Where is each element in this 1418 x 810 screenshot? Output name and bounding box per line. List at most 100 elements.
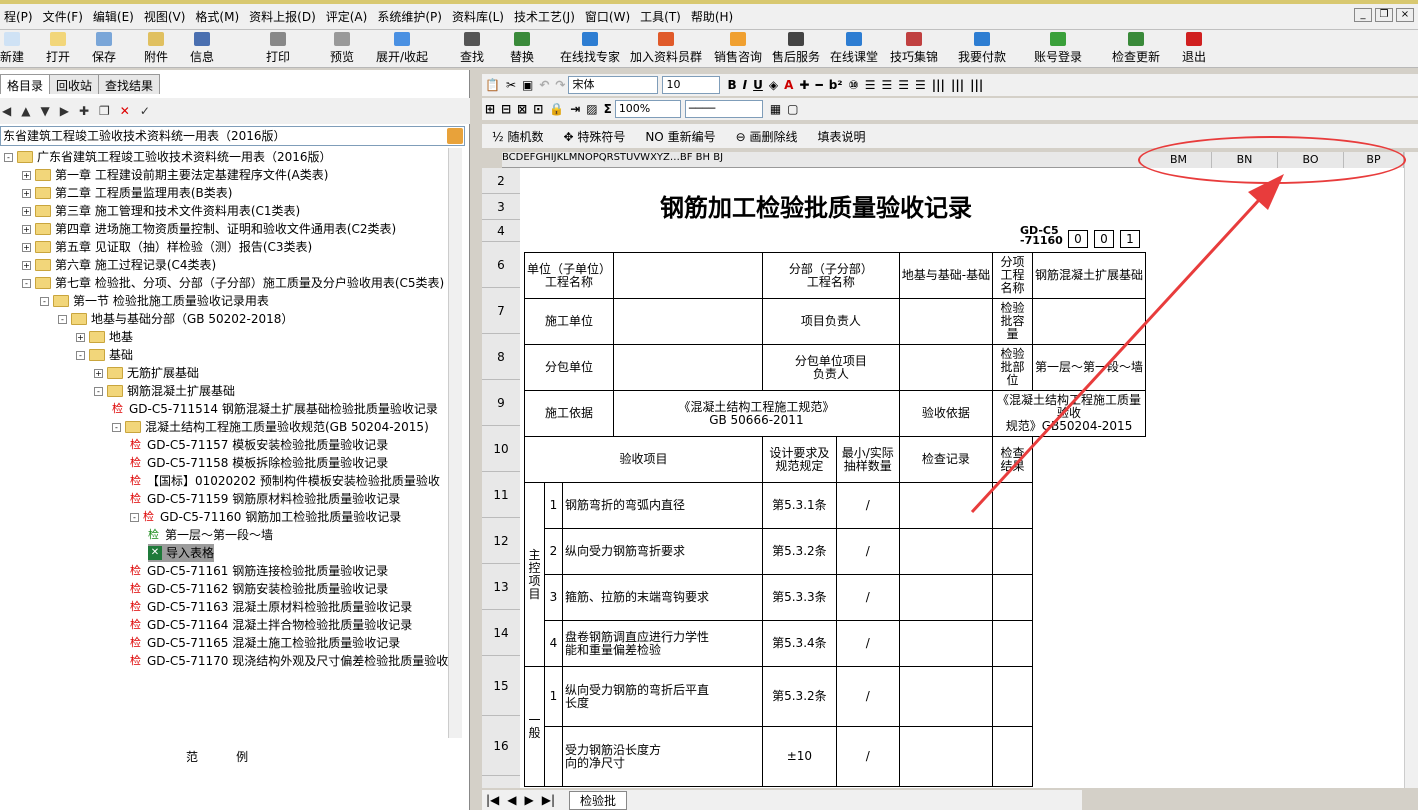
menu-item[interactable]: 技术工艺(J) xyxy=(510,8,579,25)
border-color-icon[interactable]: ▢ xyxy=(787,102,798,116)
tree-node[interactable]: + 第二章 工程质量监理用表(B类表) xyxy=(22,184,232,202)
form-cell[interactable] xyxy=(544,726,563,787)
toolbar-button[interactable]: 附件 xyxy=(144,32,168,66)
row-number[interactable]: 4 xyxy=(482,220,520,242)
menu-item[interactable]: 资料上报(D) xyxy=(245,8,320,25)
menu-item[interactable]: 工具(T) xyxy=(636,8,685,25)
form-cell[interactable]: 受力钢筋沿长度方 向的净尺寸 xyxy=(561,726,764,787)
toolbar-button[interactable]: 预览 xyxy=(330,32,354,66)
form-cell[interactable]: 1 xyxy=(544,482,563,529)
tree-node[interactable]: 检 GD-C5-71165 混凝土施工检验批质量验收记录 xyxy=(130,634,400,652)
expand-icon[interactable]: + xyxy=(22,242,31,252)
bold-button[interactable]: B xyxy=(727,78,736,92)
form-cell[interactable]: 施工单位 xyxy=(523,298,615,345)
form-cell[interactable] xyxy=(898,482,994,529)
fill-color-icon[interactable]: ◈ xyxy=(769,78,778,92)
toolbar-button[interactable]: 加入资料员群 xyxy=(630,32,702,66)
form-cell[interactable]: 《混凝土结构工程施工质量 验收 规范》GB50204-2015 xyxy=(992,390,1146,437)
col-icon[interactable]: ⊠ xyxy=(517,102,527,116)
prev-sheet-icon[interactable]: ◀ xyxy=(507,793,516,807)
font-select[interactable]: 宋体 xyxy=(568,76,659,94)
lock-icon[interactable]: 🔒 xyxy=(549,102,564,116)
panel-splitter[interactable] xyxy=(470,70,480,810)
toolbar-button[interactable]: 替换 xyxy=(510,32,534,66)
tree-node[interactable]: - 混凝土结构工程施工质量验收规范(GB 50204-2015) xyxy=(112,418,429,436)
tree-node[interactable]: + 地基 xyxy=(76,328,133,346)
form-cell[interactable] xyxy=(992,482,1033,529)
menu-item[interactable]: 窗口(W) xyxy=(581,8,634,25)
italic-button[interactable]: I xyxy=(743,78,747,92)
form-cell[interactable] xyxy=(898,620,994,667)
row-number[interactable]: 7 xyxy=(482,288,520,334)
justify-icon[interactable]: ☰ xyxy=(915,78,926,92)
toolbar-button[interactable]: 查找 xyxy=(460,32,484,66)
form-cell[interactable]: 检查记录 xyxy=(898,436,994,483)
form-cell[interactable]: / xyxy=(835,726,900,787)
form-cell[interactable]: 检查 结果 xyxy=(992,436,1033,483)
redo-icon[interactable]: ↷ xyxy=(555,78,565,92)
arrow-right-icon[interactable]: ▶ xyxy=(60,104,69,118)
barcode2-icon[interactable]: ||| xyxy=(951,78,964,92)
undo-icon[interactable]: ↶ xyxy=(539,78,549,92)
row-number[interactable]: 2 xyxy=(482,168,520,194)
toolbar-button[interactable]: 在线课堂 xyxy=(830,32,878,66)
form-cell[interactable]: 设计要求及 规范规定 xyxy=(762,436,837,483)
arrow-left-icon[interactable]: ◀ xyxy=(2,104,11,118)
form-cell[interactable]: 第一层～第一段～墙 xyxy=(1031,344,1146,391)
tree-node[interactable]: - 检 GD-C5-71160 钢筋加工检验批质量验收记录 xyxy=(130,508,401,526)
strikethrough-button[interactable]: ⊖ 画删除线 xyxy=(736,128,798,145)
form-cell[interactable]: 单位（子单位） 工程名称 xyxy=(523,252,615,299)
align-right-icon[interactable]: ☰ xyxy=(898,78,909,92)
form-cell[interactable]: 2 xyxy=(544,528,563,575)
tree-node[interactable]: 检 GD-C5-71159 钢筋原材料检验批质量验收记录 xyxy=(130,490,400,508)
tree-node[interactable]: + 第三章 施工管理和技术文件资料用表(C1类表) xyxy=(22,202,300,220)
minimize-icon[interactable]: _ xyxy=(1354,8,1372,22)
tree-node[interactable]: ✕ 导入表格 xyxy=(148,544,215,562)
form-cell[interactable]: / xyxy=(835,482,900,529)
toolbar-button[interactable]: 检查更新 xyxy=(1112,32,1160,66)
form-cell[interactable]: 第5.3.3条 xyxy=(762,574,837,621)
collapse-icon[interactable]: - xyxy=(112,422,121,432)
tree-node[interactable]: 检 GD-C5-71157 模板安装检验批质量验收记录 xyxy=(130,436,388,454)
collapse-icon[interactable]: - xyxy=(22,278,31,288)
formula-icon[interactable]: Σ xyxy=(604,102,612,116)
form-cell[interactable]: 第5.3.1条 xyxy=(762,482,837,529)
merge-icon[interactable]: ⊞ xyxy=(485,102,495,116)
toolbar-button[interactable]: 账号登录 xyxy=(1034,32,1082,66)
form-cell[interactable]: 地基与基础-基础 xyxy=(898,252,994,299)
form-cell[interactable]: 钢筋混凝土扩展基础 xyxy=(1031,252,1146,299)
border-icon[interactable]: ▦ xyxy=(770,102,781,116)
align-center-icon[interactable]: ☰ xyxy=(881,78,892,92)
row-number[interactable]: 10 xyxy=(482,426,520,472)
toolbar-button[interactable]: 退出 xyxy=(1182,32,1206,66)
zoom-select[interactable]: 100% xyxy=(614,100,681,118)
form-cell[interactable]: / xyxy=(835,666,900,727)
form-cell[interactable]: ±10 xyxy=(762,726,837,787)
add-icon[interactable]: ✚ xyxy=(79,104,89,118)
row-number[interactable]: 15 xyxy=(482,656,520,716)
menu-item[interactable]: 视图(V) xyxy=(140,8,190,25)
form-cell[interactable]: 3 xyxy=(544,574,563,621)
tab-recycle-bin[interactable]: 回收站 xyxy=(49,74,100,94)
form-cell[interactable]: 第5.3.2条 xyxy=(762,666,837,727)
first-sheet-icon[interactable]: |◀ xyxy=(486,793,499,807)
expand-icon[interactable]: + xyxy=(22,188,31,198)
tree-node[interactable]: 检 GD-C5-71158 模板拆除检验批质量验收记录 xyxy=(130,454,388,472)
form-cell[interactable]: 验收依据 xyxy=(898,390,994,437)
form-cell[interactable] xyxy=(613,344,764,391)
menu-item[interactable]: 系统维护(P) xyxy=(373,8,446,25)
underline-button[interactable]: U xyxy=(753,78,763,92)
tree-node[interactable]: 检 GD-C5-71170 现浇结构外观及尺寸偏差检验批质量验收 xyxy=(130,652,448,670)
form-cell[interactable]: / xyxy=(835,574,900,621)
tree-node[interactable]: 检 GD-C5-71164 混凝土拌合物检验批质量验收记录 xyxy=(130,616,412,634)
form-cell[interactable] xyxy=(1031,298,1146,345)
toolbar-button[interactable]: 我要付款 xyxy=(958,32,1006,66)
last-sheet-icon[interactable]: ▶| xyxy=(542,793,555,807)
row-number[interactable]: 3 xyxy=(482,194,520,220)
form-cell[interactable] xyxy=(613,298,764,345)
tab-catalog[interactable]: 格目录 xyxy=(0,74,51,94)
remove-icon[interactable]: ━ xyxy=(815,78,822,92)
form-cell[interactable]: 盘卷钢筋调直应进行力学性 能和重量偏差检验 xyxy=(561,620,764,667)
special-symbol-button[interactable]: ✥ 特殊符号 xyxy=(563,128,625,145)
menu-item[interactable]: 帮助(H) xyxy=(687,8,737,25)
